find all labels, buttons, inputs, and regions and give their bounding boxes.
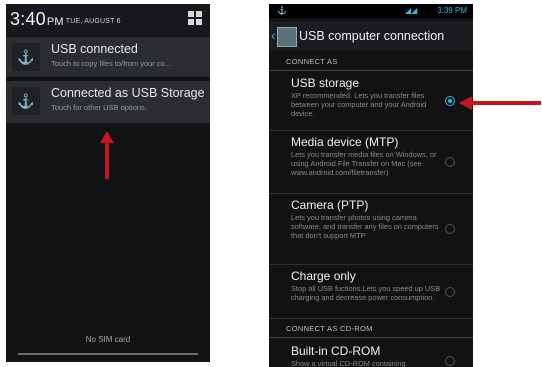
no-sim-status: No SIM card [85, 335, 131, 344]
back-chevron-icon[interactable]: ‹ [271, 27, 276, 43]
notification-title: USB connected [51, 42, 138, 56]
option-description: Stop all USB fuctions.Lets you speed up … [291, 284, 441, 302]
usb-settings-app-icon[interactable] [277, 27, 297, 47]
clock-time: 3:40 [10, 9, 46, 29]
notification-usb-storage[interactable]: ⚓ Connected as USB Storage Touch for oth… [6, 81, 210, 123]
option-description: Lets you transfer photos using camera so… [291, 213, 439, 240]
signal-icon: ◢◢ [405, 6, 418, 15]
page-title: USB computer connection [299, 29, 445, 43]
radio-built-in-cdrom[interactable] [445, 356, 455, 366]
option-title: USB storage [291, 76, 360, 90]
action-bar: ‹ USB computer connection [269, 21, 473, 51]
option-title: Built-in CD-ROM [291, 344, 381, 358]
option-description: Lets you transfer media files on Windows… [291, 150, 437, 177]
radio-camera[interactable] [445, 224, 455, 234]
status-time: 3:39 PM [437, 6, 467, 15]
option-usb-storage[interactable]: USB storage XP recommended. Lets you tra… [269, 72, 473, 131]
notification-title: Connected as USB Storage [51, 86, 205, 100]
usb-connection-settings-screen: ⚓ ◢◢ 3:39 PM ‹ USB computer connection C… [269, 4, 473, 367]
quick-settings-grid-icon[interactable] [188, 11, 202, 25]
notification-subtitle: Touch for other USB options. [51, 103, 147, 112]
notification-usb-connected[interactable]: ⚓ USB connected Touch to copy files to/f… [6, 37, 210, 77]
notification-subtitle: Touch to copy files to/from your co... [51, 59, 172, 68]
option-description: XP recommended. Lets you transfer files … [291, 91, 427, 118]
option-description: Show a virtual CD-ROM containing [291, 359, 406, 367]
option-built-in-cdrom[interactable]: Built-in CD-ROM Show a virtual CD-ROM co… [269, 340, 473, 367]
clock-ampm: PM [46, 16, 64, 28]
option-title: Charge only [291, 269, 356, 283]
radio-charge-only[interactable] [445, 287, 455, 297]
annotation-arrow-left [459, 96, 542, 110]
radio-usb-storage[interactable] [445, 96, 455, 106]
notification-shade-screen: 3:40PM TUE, AUGUST 6 ⚓ USB connected Touc… [6, 4, 210, 362]
option-title: Camera (PTP) [291, 198, 369, 212]
section-header-connect-as-cdrom: CONNECT AS CD-ROM [269, 319, 473, 338]
clock: 3:40PM TUE, AUGUST 6 [10, 9, 121, 30]
status-bar: ⚓ ◢◢ 3:39 PM [269, 4, 473, 18]
option-charge-only[interactable]: Charge only Stop all USB fuctions.Lets y… [269, 265, 473, 319]
shade-drag-handle[interactable] [18, 353, 198, 355]
usb-icon: ⚓ [12, 43, 40, 71]
usb-icon: ⚓ [12, 87, 40, 115]
option-media-device-mtp[interactable]: Media device (MTP) Lets you transfer med… [269, 131, 473, 194]
usb-status-icon: ⚓ [277, 6, 287, 15]
shade-header: 3:40PM TUE, AUGUST 6 [6, 4, 210, 36]
option-camera-ptp[interactable]: Camera (PTP) Lets you transfer photos us… [269, 194, 473, 265]
option-title: Media device (MTP) [291, 135, 399, 149]
annotation-arrow-up [100, 131, 114, 179]
radio-media-device[interactable] [445, 157, 455, 167]
section-header-connect-as: CONNECT AS [269, 52, 473, 71]
clock-date: TUE, AUGUST 6 [65, 18, 121, 25]
